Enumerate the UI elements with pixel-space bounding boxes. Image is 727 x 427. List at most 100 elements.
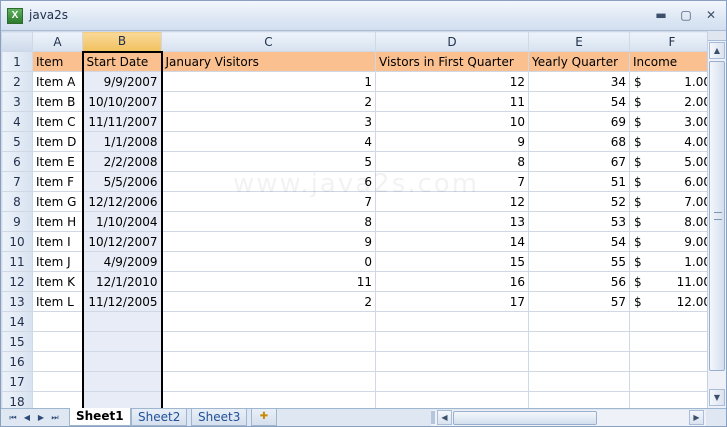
row-header[interactable]: 3 — [1, 91, 33, 112]
cell[interactable]: 56 — [528, 271, 630, 292]
row-header[interactable]: 1 — [1, 51, 33, 72]
cell[interactable]: 2 — [161, 91, 376, 112]
vertical-scroll-thumb[interactable] — [709, 61, 725, 371]
cell[interactable]: 5/5/2006 — [81, 171, 163, 192]
cell[interactable]: 68 — [528, 131, 630, 152]
empty-cell[interactable] — [161, 331, 376, 352]
column-header-f[interactable]: F — [629, 31, 715, 52]
row-header[interactable]: 15 — [1, 331, 33, 352]
empty-cell[interactable] — [161, 311, 376, 332]
cell[interactable]: 16 — [375, 271, 529, 292]
insert-sheet-icon[interactable]: ✚ — [251, 409, 277, 426]
cell[interactable]: 1/1/2008 — [81, 131, 163, 152]
empty-cell[interactable] — [375, 371, 529, 392]
cell[interactable]: 7 — [161, 191, 376, 212]
title-bar[interactable]: X java2s ▬ ▢ ✕ — [1, 1, 726, 31]
column-header-a[interactable]: A — [32, 31, 83, 52]
excel-icon[interactable]: X — [7, 8, 23, 24]
row-header[interactable]: 17 — [1, 371, 33, 392]
item-cell[interactable]: Item H — [32, 211, 83, 232]
tab-split-handle[interactable] — [431, 411, 435, 424]
cell[interactable]: 3 — [161, 111, 376, 132]
income-cell[interactable]: $12.00 — [629, 291, 715, 312]
column-header-e[interactable]: E — [528, 31, 630, 52]
scroll-right-button[interactable]: ▶ — [689, 410, 704, 425]
income-cell[interactable]: $4.00 — [629, 131, 715, 152]
cell[interactable]: 11 — [375, 91, 529, 112]
item-cell[interactable]: Item J — [32, 251, 83, 272]
scroll-down-button[interactable]: ▼ — [709, 389, 725, 406]
column-header-b[interactable]: B — [82, 31, 162, 52]
cell[interactable]: 5 — [161, 151, 376, 172]
income-cell[interactable]: $9.00 — [629, 231, 715, 252]
cell[interactable]: 55 — [528, 251, 630, 272]
income-cell[interactable]: $5.00 — [629, 151, 715, 172]
cell[interactable]: 14 — [375, 231, 529, 252]
empty-cell[interactable] — [629, 311, 708, 332]
horizontal-scrollbar[interactable]: ◀ ▶ — [431, 410, 706, 426]
row-header[interactable]: 7 — [1, 171, 33, 192]
empty-cell[interactable] — [629, 331, 708, 352]
header-cell[interactable]: Start Date — [81, 50, 163, 72]
empty-cell[interactable] — [81, 331, 163, 352]
cell[interactable]: 51 — [528, 171, 630, 192]
income-cell[interactable]: $11.00 — [629, 271, 715, 292]
row-header[interactable]: 9 — [1, 211, 33, 232]
empty-cell[interactable] — [528, 371, 630, 392]
cell[interactable]: 9 — [375, 131, 529, 152]
cell[interactable]: 8 — [161, 211, 376, 232]
next-sheet-button[interactable]: ▶ — [35, 411, 47, 424]
first-sheet-button[interactable]: ⏮ — [7, 411, 19, 424]
income-cell[interactable]: $1.00 — [629, 71, 715, 92]
cell[interactable]: 15 — [375, 251, 529, 272]
row-header[interactable]: 8 — [1, 191, 33, 212]
empty-cell[interactable] — [161, 351, 376, 372]
income-cell[interactable]: $3.00 — [629, 111, 715, 132]
cell[interactable]: 11/11/2007 — [81, 111, 163, 132]
income-cell[interactable]: $6.00 — [629, 171, 715, 192]
cell[interactable]: 9 — [161, 231, 376, 252]
income-cell[interactable]: $7.00 — [629, 191, 715, 212]
column-header-c[interactable]: C — [161, 31, 376, 52]
cell[interactable]: 7 — [375, 171, 529, 192]
cell[interactable]: 69 — [528, 111, 630, 132]
close-button[interactable]: ✕ — [703, 9, 719, 23]
cell[interactable]: 10 — [375, 111, 529, 132]
header-cell[interactable]: January Visitors — [161, 51, 376, 72]
cell[interactable]: 10/12/2007 — [81, 231, 163, 252]
item-cell[interactable]: Item L — [32, 291, 83, 312]
row-header[interactable]: 13 — [1, 291, 33, 312]
minimize-button[interactable]: ▬ — [653, 9, 669, 23]
cell[interactable]: 11 — [161, 271, 376, 292]
row-header[interactable]: 14 — [1, 311, 33, 332]
item-cell[interactable]: Item G — [32, 191, 83, 212]
cell[interactable]: 54 — [528, 231, 630, 252]
scroll-left-button[interactable]: ◀ — [437, 410, 452, 425]
cell[interactable]: 67 — [528, 151, 630, 172]
split-box[interactable] — [708, 31, 726, 41]
cell[interactable]: 12 — [375, 191, 529, 212]
scroll-up-button[interactable]: ▲ — [709, 42, 725, 59]
cell[interactable]: 12/12/2006 — [81, 191, 163, 212]
income-cell[interactable]: $1.00 — [629, 251, 715, 272]
cell[interactable]: 12/1/2010 — [81, 271, 163, 292]
cell[interactable]: 54 — [528, 91, 630, 112]
cell[interactable]: 12 — [375, 71, 529, 92]
empty-cell[interactable] — [629, 351, 708, 372]
cell[interactable]: 4/9/2009 — [81, 251, 163, 272]
row-header[interactable]: 16 — [1, 351, 33, 372]
column-header-d[interactable]: D — [375, 31, 529, 52]
previous-sheet-button[interactable]: ◀ — [21, 411, 33, 424]
header-cell[interactable]: Item — [32, 51, 83, 72]
header-cell[interactable]: Vistors in First Quarter — [375, 51, 529, 72]
income-cell[interactable]: $8.00 — [629, 211, 715, 232]
cell[interactable]: 0 — [161, 251, 376, 272]
item-cell[interactable]: Item I — [32, 231, 83, 252]
cell[interactable]: 2 — [161, 291, 376, 312]
row-header[interactable]: 11 — [1, 251, 33, 272]
cell[interactable]: 1/10/2004 — [81, 211, 163, 232]
last-sheet-button[interactable]: ⏭ — [49, 411, 61, 424]
item-cell[interactable]: Item B — [32, 91, 83, 112]
empty-cell[interactable] — [375, 311, 529, 332]
empty-cell[interactable] — [32, 351, 83, 372]
